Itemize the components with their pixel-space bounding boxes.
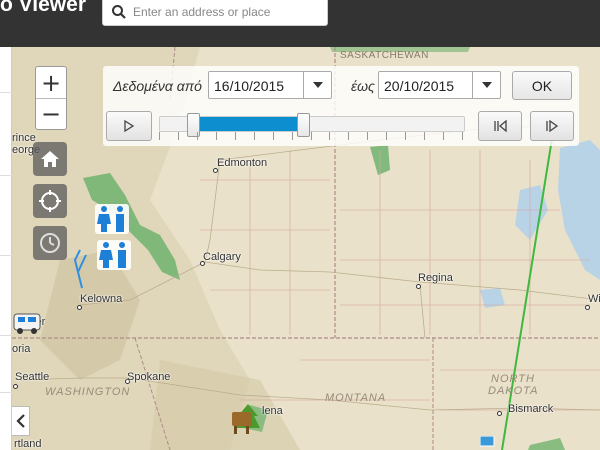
region-label: DAKOTA: [488, 385, 539, 397]
slider-tick: [197, 132, 198, 140]
city-label: lena: [262, 405, 283, 417]
slider-tick: [405, 132, 406, 140]
slider-ticks: [159, 132, 465, 142]
ok-button[interactable]: OK: [512, 71, 572, 100]
city-label: Bismarck: [508, 403, 554, 415]
time-button[interactable]: [33, 226, 67, 260]
slider-tick: [216, 132, 217, 140]
from-label: Δεδομένα από: [113, 78, 202, 94]
slider-tick: [178, 132, 179, 140]
restroom-icon: [95, 204, 129, 234]
panel-divider: [0, 92, 12, 93]
slider-tick: [254, 132, 255, 140]
search-input[interactable]: [133, 2, 323, 22]
restroom-marker[interactable]: [95, 204, 129, 239]
home-button[interactable]: [33, 142, 67, 176]
slider-tick: [292, 132, 293, 140]
region-label: MONTANA: [325, 392, 387, 404]
city-label: Kelowna: [80, 293, 123, 305]
side-panel: [0, 47, 12, 450]
app-title: o Viewer: [0, 0, 86, 16]
top-bar: o Viewer: [0, 0, 600, 47]
search-icon[interactable]: [111, 4, 127, 20]
chevron-down-icon: [303, 72, 331, 98]
step-back-icon: [494, 120, 507, 132]
slider-tick: [462, 132, 463, 140]
slider-range-fill: [193, 117, 303, 131]
city-dot: [77, 305, 82, 310]
play-icon: [124, 120, 134, 132]
flag-icon: [479, 435, 495, 447]
city-dot: [416, 284, 421, 289]
region-label: SASKATCHEWAN: [340, 50, 429, 61]
city-label: rtland: [14, 438, 42, 450]
city-label: oria: [12, 343, 31, 355]
next-button[interactable]: [530, 111, 574, 141]
chevron-left-icon: [15, 414, 25, 428]
slider-tick: [311, 132, 312, 140]
from-date-value: 16/10/2015: [214, 78, 285, 94]
chevron-down-icon: [472, 72, 500, 98]
from-date-select[interactable]: 16/10/2015: [208, 71, 332, 99]
panel-divider: [0, 255, 12, 256]
locate-icon: [39, 190, 61, 212]
vehicle-marker[interactable]: [12, 310, 42, 341]
city-dot: [497, 411, 502, 416]
locate-button[interactable]: [33, 184, 67, 218]
city-label: Edmonton: [217, 157, 268, 169]
to-date-select[interactable]: 20/10/2015: [378, 71, 501, 99]
slider-tick: [235, 132, 236, 140]
step-forward-icon: [546, 120, 559, 132]
animal-marker[interactable]: [230, 402, 260, 441]
rv-icon: [13, 313, 41, 334]
slider-tick: [367, 132, 368, 140]
panel-divider: [0, 175, 12, 176]
home-icon: [41, 151, 59, 167]
time-slider[interactable]: [159, 113, 465, 137]
zoom-control: + −: [35, 66, 67, 130]
previous-button[interactable]: [478, 111, 522, 141]
city-label: Spokane: [127, 371, 171, 383]
slider-tick: [329, 132, 330, 140]
to-label: έως: [351, 78, 375, 94]
city-label: Seattle: [15, 371, 50, 383]
slider-tick: [386, 132, 387, 140]
slider-tick: [424, 132, 425, 140]
zoom-out-button[interactable]: −: [36, 98, 66, 129]
city-label: rince: [12, 132, 36, 144]
collapse-panel-button[interactable]: [12, 406, 30, 436]
panel-divider: [0, 335, 12, 336]
animal-icon: [232, 404, 260, 434]
slider-tick: [273, 132, 274, 140]
flag-marker[interactable]: [479, 435, 496, 450]
clock-icon: [40, 233, 60, 253]
panel-divider: [0, 392, 12, 393]
time-filter-panel: Δεδομένα από 16/10/2015 έως 20/10/2015 O…: [103, 66, 579, 146]
region-label: NORTH: [491, 373, 535, 385]
slider-tick: [159, 132, 160, 140]
to-date-value: 20/10/2015: [384, 78, 455, 94]
zoom-in-button[interactable]: +: [36, 67, 66, 98]
city-dot: [585, 305, 590, 310]
play-button[interactable]: [106, 111, 152, 141]
slider-tick: [443, 132, 444, 140]
search-box[interactable]: [102, 0, 328, 26]
restroom-icon: [97, 240, 131, 270]
restroom-marker[interactable]: [97, 240, 131, 275]
slider-tick: [348, 132, 349, 140]
region-label: WASHINGTON: [45, 386, 131, 398]
city-dot: [13, 384, 18, 389]
city-label: Wi: [588, 293, 600, 305]
city-label: Regina: [418, 272, 453, 284]
city-label: Calgary: [203, 251, 241, 263]
